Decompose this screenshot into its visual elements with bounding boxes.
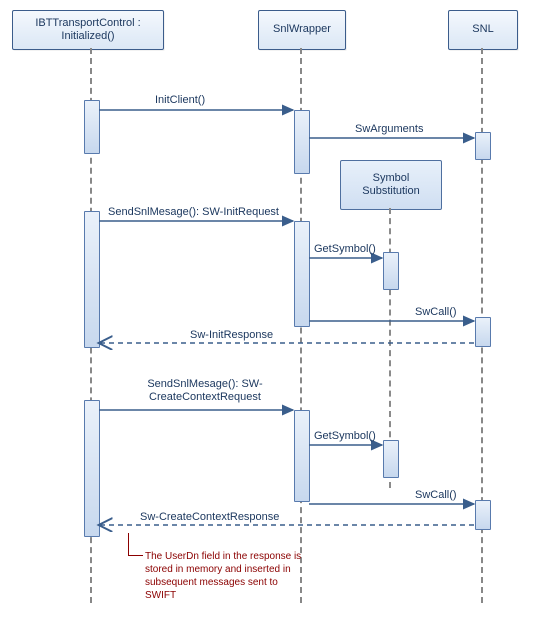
annotation-bracket [128, 533, 143, 556]
msg-get-symbol-2: GetSymbol() [314, 430, 376, 442]
sequence-diagram: IBTTransportControl : Initialized() SnlW… [0, 0, 544, 627]
msg-sw-call-2: SwCall() [415, 489, 457, 501]
annotation-note: The UserDn field in the response is stor… [145, 550, 305, 602]
msg-sw-create-context-response: Sw-CreateContextResponse [140, 511, 279, 523]
msg-get-symbol-1: GetSymbol() [314, 243, 376, 255]
arrow-layer [0, 0, 544, 627]
msg-sw-arguments: SwArguments [355, 123, 423, 135]
msg-init-client: InitClient() [155, 94, 205, 106]
msg-send-init-request: SendSnlMesage(): SW-InitRequest [108, 206, 279, 218]
msg-send-create-context: SendSnlMesage(): SW-CreateContextRequest [130, 378, 280, 404]
msg-sw-call-1: SwCall() [415, 306, 457, 318]
msg-sw-init-response: Sw-InitResponse [190, 329, 273, 341]
